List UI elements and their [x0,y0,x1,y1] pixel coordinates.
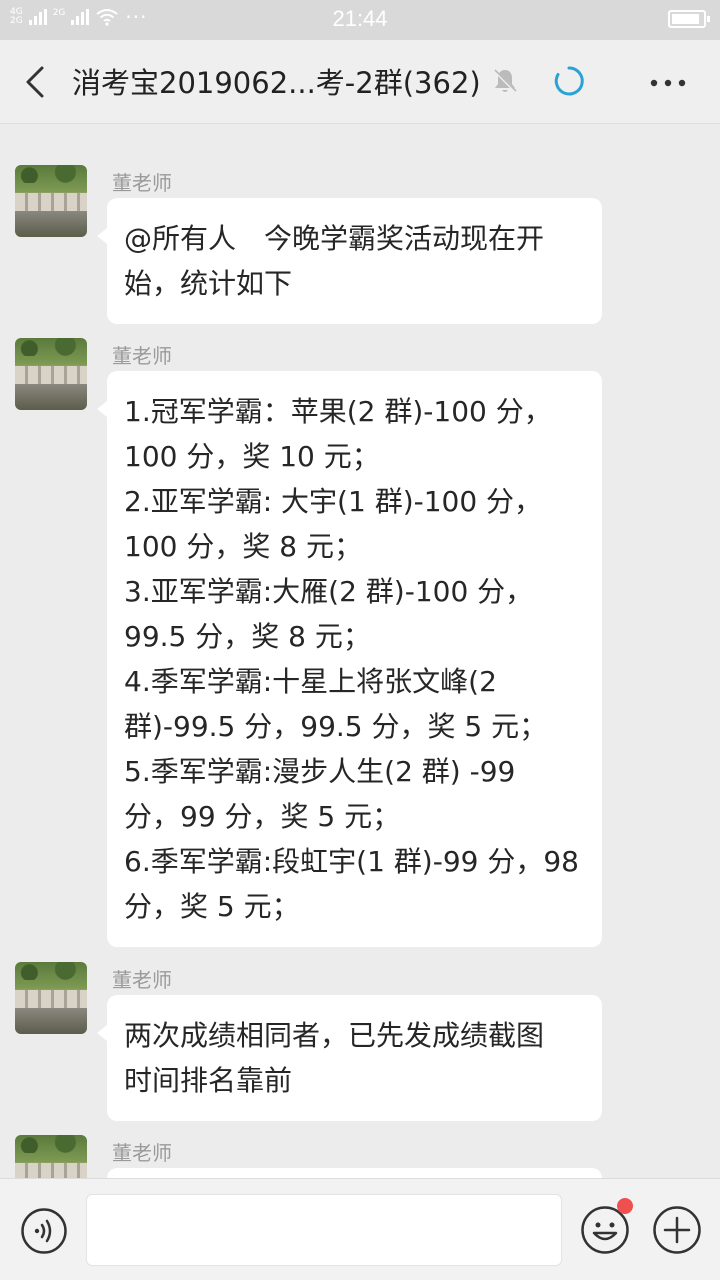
message-line: 100 分，奖 10 元； [124,440,380,473]
input-bar [0,1178,720,1280]
message-line: 4.季军学霸:十星上将张文峰(2 [124,665,497,698]
mute-bell-icon [493,69,518,94]
message-bubble[interactable]: 1.冠军学霸：苹果(2 群)-100 分， 100 分，奖 10 元； 2.亚军… [97,371,602,947]
plus-icon[interactable] [652,1205,702,1255]
battery-icon [668,10,710,28]
back-icon[interactable] [14,60,58,104]
avatar[interactable] [15,338,87,410]
message-line: 分，99 分，奖 5 元； [124,800,401,833]
message-bubble[interactable]: @所有人 今晚学霸奖活动现在开 始，统计如下 [97,198,602,324]
message-line: 100 分，奖 8 元； [124,530,362,563]
message-bubble[interactable]: 两次成绩相同者，已先发成绩截图 时间排名靠前 [97,995,602,1121]
voice-icon[interactable] [20,1207,68,1255]
message-line: 3.亚军学霸:大雁(2 群)-100 分， [124,575,534,608]
message-line: 5.季军学霸:漫步人生(2 群) -99 [124,755,516,788]
chat-header: 消考宝2019062...考-2群(362) [0,40,720,124]
message-line: 始，统计如下 [124,267,293,300]
message-line: 群)-99.5 分，99.5 分，奖 5 元； [124,710,548,743]
message-line: @所有人 今晚学霸奖活动现在开 [124,222,545,255]
avatar[interactable] [15,962,87,1034]
message-input[interactable] [86,1194,562,1266]
more-icon[interactable] [648,78,688,88]
message-line: 6.季军学霸:段虹宇(1 群)-99 分，98 [124,845,579,878]
message-line: 时间排名靠前 [124,1064,293,1097]
sender-name: 董老师 [112,1141,172,1165]
status-bar: 4G 2G 2G ··· 21:44 [0,0,720,40]
clock: 21:44 [332,6,388,31]
message-line: 分，奖 5 元； [124,890,300,923]
sender-name: 董老师 [112,344,172,368]
message-list[interactable]: 董老师 @所有人 今晚学霸奖活动现在开 始，统计如下 董老师 1.冠军学霸：苹果… [0,125,720,1178]
loading-icon [554,66,584,96]
chat-title[interactable]: 消考宝2019062...考-2群(362) [72,60,481,102]
message-bubble[interactable] [107,1168,602,1178]
message-line: 99.5 分，奖 8 元； [124,620,371,653]
sender-name: 董老师 [112,968,172,992]
message-line: 两次成绩相同者，已先发成绩截图 [124,1019,545,1052]
avatar[interactable] [15,165,87,237]
message-line: 1.冠军学霸：苹果(2 群)-100 分， [124,395,552,428]
emoji-notification-badge [617,1198,633,1214]
message-line: 2.亚军学霸: 大宇(1 群)-100 分， [124,485,543,518]
sender-name: 董老师 [112,171,172,195]
avatar[interactable] [15,1135,87,1178]
